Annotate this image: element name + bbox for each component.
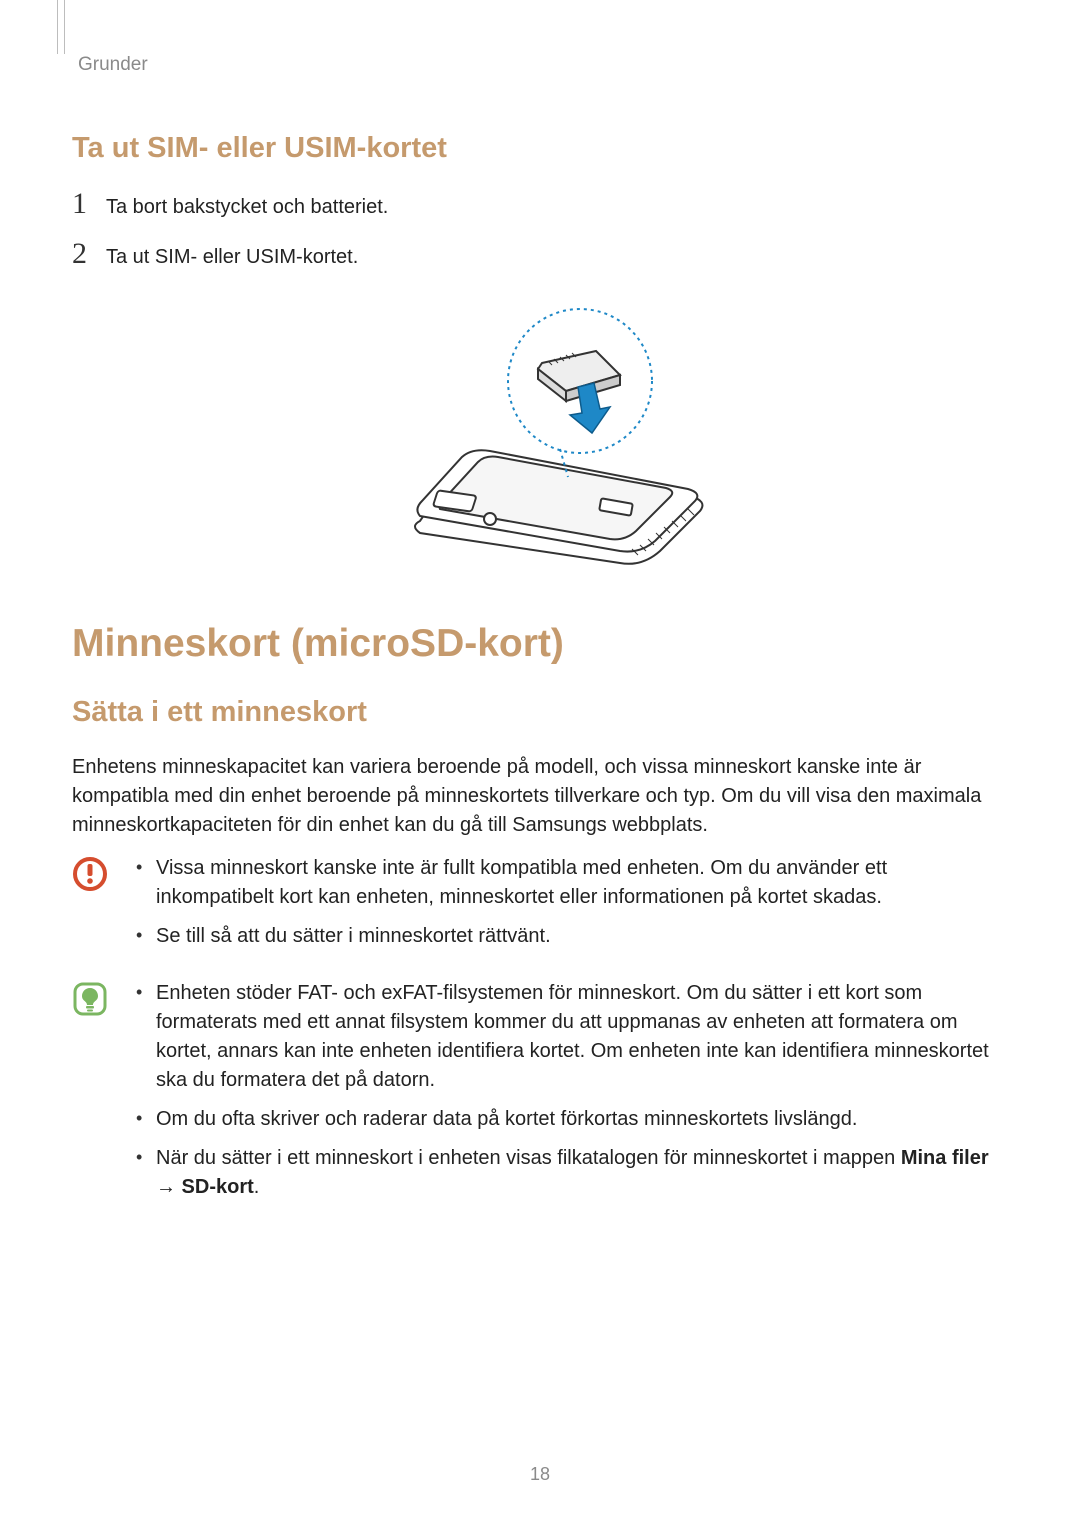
page-number: 18 [0,1464,1080,1485]
step-number: 1 [72,189,106,219]
step-number: 2 [72,239,106,269]
warning-icon [72,856,108,897]
info-bullet3-prefix: När du sätter i ett minneskort i enheten… [156,1147,901,1169]
list-item: Vissa minneskort kanske inte är fullt ko… [132,854,1008,912]
figure-sim-removal [72,301,1008,576]
chapter-title-memorycard: Minneskort (microSD-kort) [72,622,1008,666]
list-item: När du sätter i ett minneskort i enheten… [132,1144,1008,1202]
info-bullet3-suffix: . [254,1176,260,1198]
section-title-remove-sim: Ta ut SIM- eller USIM-kortet [72,132,1008,165]
header-tab-marker [57,0,65,54]
warning-block: Vissa minneskort kanske inte är fullt ko… [72,854,1008,961]
section-title-insert-card: Sätta i ett minneskort [72,696,1008,729]
list-item: Om du ofta skriver och raderar data på k… [132,1105,1008,1134]
step-1: 1 Ta bort bakstycket och batteriet. [72,189,1008,221]
info-block: Enheten stöder FAT- och exFAT-filsysteme… [72,979,1008,1212]
step-text: Ta ut SIM- eller USIM-kortet. [106,243,1008,271]
steps-list: 1 Ta bort bakstycket och batteriet. 2 Ta… [72,189,1008,271]
info-bullets: Enheten stöder FAT- och exFAT-filsysteme… [132,979,1008,1202]
list-item: Se till så att du sätter i minneskortet … [132,922,1008,951]
step-text: Ta bort bakstycket och batteriet. [106,193,1008,221]
intro-paragraph: Enhetens minneskapacitet kan variera ber… [72,753,1008,840]
step-2: 2 Ta ut SIM- eller USIM-kortet. [72,239,1008,271]
info-icon [72,981,108,1022]
breadcrumb: Grunder [78,50,1008,76]
warning-bullets: Vissa minneskort kanske inte är fullt ko… [132,854,1008,951]
list-item: Enheten stöder FAT- och exFAT-filsysteme… [132,979,1008,1095]
